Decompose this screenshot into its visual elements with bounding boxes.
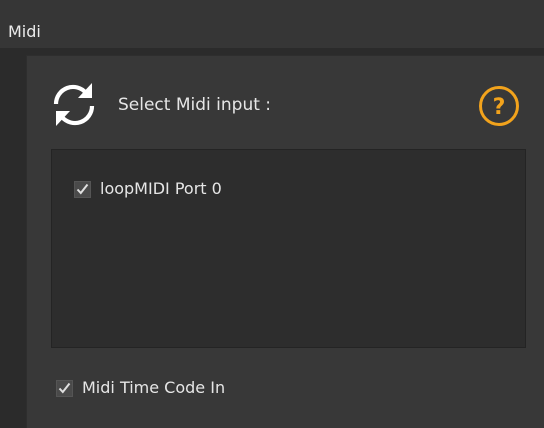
section-header <box>0 0 544 48</box>
help-glyph: ? <box>493 95 506 120</box>
midi-time-code-label: Midi Time Code In <box>82 378 226 397</box>
list-item[interactable]: loopMIDI Port 0 <box>74 177 222 201</box>
port-label: loopMIDI Port 0 <box>100 179 222 198</box>
section-title: Midi <box>8 22 41 41</box>
midi-input-list[interactable]: loopMIDI Port 0 <box>51 149 526 348</box>
checkmark-icon <box>76 183 89 195</box>
checkbox[interactable] <box>74 180 91 198</box>
checkbox[interactable] <box>56 379 73 397</box>
refresh-icon[interactable] <box>48 79 100 129</box>
select-midi-input-label: Select Midi input : <box>118 95 272 115</box>
question-circle-icon[interactable]: ? <box>478 85 520 127</box>
checkmark-icon <box>58 382 71 394</box>
midi-time-code-toggle[interactable]: Midi Time Code In <box>56 376 225 400</box>
